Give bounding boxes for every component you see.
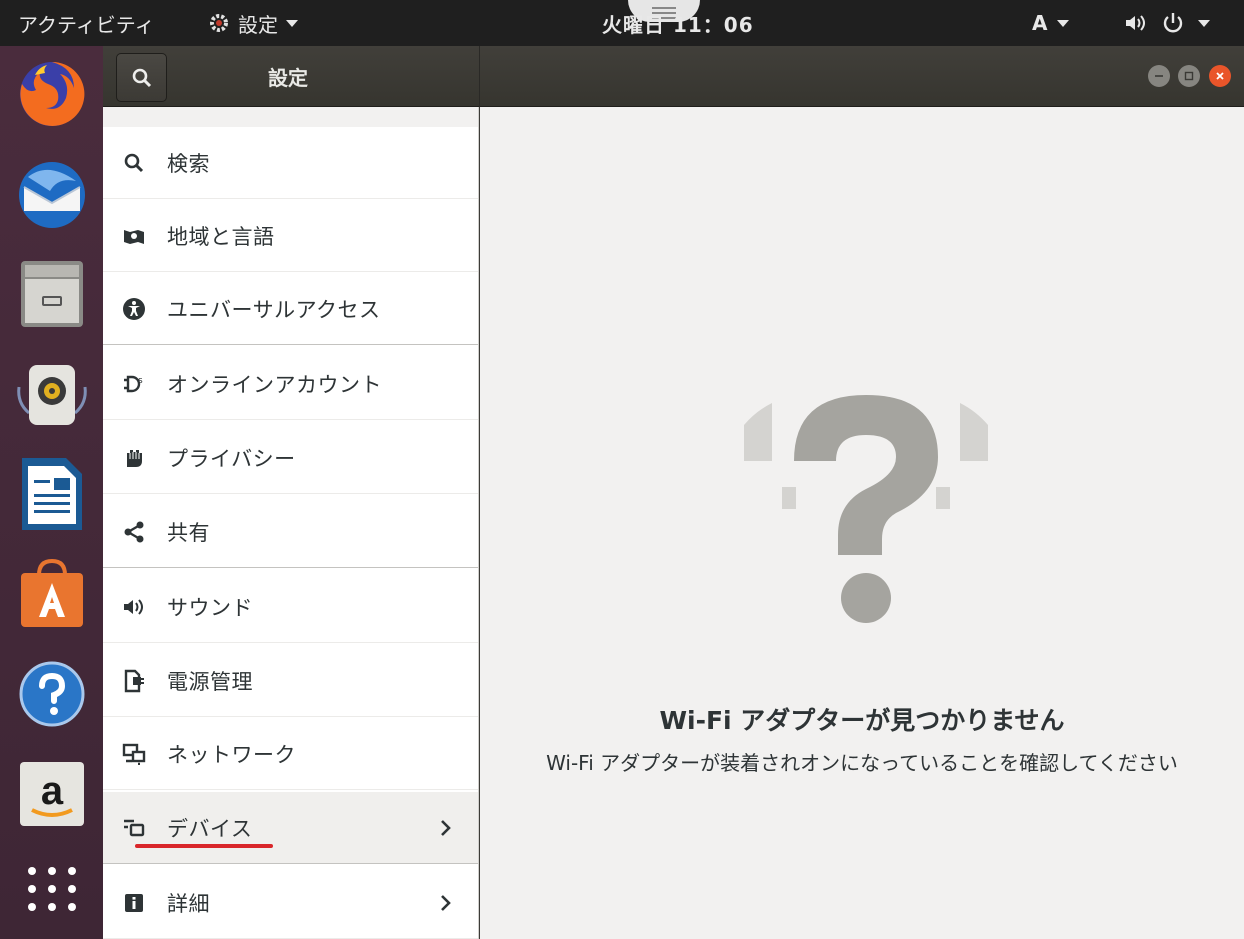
chevron-right-icon — [436, 816, 456, 840]
network-icon — [121, 741, 147, 767]
clock[interactable]: 火曜日 11：06 — [602, 0, 754, 46]
chevron-down-icon — [1198, 19, 1210, 27]
wifi-unknown-question-icon — [744, 395, 988, 623]
show-apps-icon[interactable] — [12, 849, 92, 929]
amazon-icon[interactable]: a — [12, 754, 92, 834]
maximize-button[interactable] — [1178, 65, 1200, 87]
sidebar-item-label: 共有 — [167, 520, 210, 545]
sidebar-item-sound[interactable]: サウンド — [103, 571, 478, 643]
sidebar-item-label: 詳細 — [167, 891, 210, 916]
info-icon — [121, 890, 147, 916]
minimize-button[interactable] — [1148, 65, 1170, 87]
universal-access-icon — [121, 296, 147, 322]
sidebar-item-power[interactable]: 電源管理 — [103, 645, 478, 717]
svg-text:a: a — [41, 769, 64, 813]
system-menu[interactable] — [1124, 0, 1210, 46]
search-button[interactable] — [116, 53, 167, 102]
share-icon — [121, 519, 147, 545]
region-icon — [121, 223, 147, 249]
files-icon[interactable] — [12, 254, 92, 334]
devices-icon — [121, 815, 147, 841]
sidebar-item-sharing[interactable]: 共有 — [103, 496, 478, 568]
sidebar-item-label: オンラインアカウント — [167, 372, 382, 397]
sidebar-item-label: ユニバーサルアクセス — [167, 297, 381, 322]
sidebar-item-privacy[interactable]: プライバシー — [103, 422, 478, 494]
sidebar-item-online-accounts[interactable]: s オンラインアカウント — [103, 348, 478, 420]
settings-sidebar: 検索 地域と言語 ユニバーサルアクセス s オンラインアカウント プライバシー … — [103, 107, 479, 939]
sidebar-item-region[interactable]: 地域と言語 — [103, 200, 478, 272]
sidebar-item-label: プライバシー — [167, 446, 296, 471]
main-panel: Wi-Fi アダプターが見つかりません Wi-Fi アダプターが装着されオンにな… — [480, 107, 1244, 939]
settings-gear-icon — [210, 14, 228, 32]
sidebar-item-universal-access[interactable]: ユニバーサルアクセス — [103, 273, 478, 345]
close-button[interactable] — [1209, 65, 1231, 87]
libreoffice-writer-icon[interactable] — [12, 454, 92, 534]
chevron-right-icon — [436, 891, 456, 915]
dock: a — [0, 46, 103, 939]
no-wifi-subtitle: Wi-Fi アダプターが装着されオンになっていることを確認してください — [546, 751, 1178, 775]
app-menu[interactable]: 設定 — [208, 0, 298, 46]
sidebar-item-label: サウンド — [167, 595, 253, 620]
top-bar: アクティビティ 設定 火曜日 11：06 A — [0, 0, 1244, 46]
online-accounts-icon: s — [121, 371, 147, 397]
maximize-icon — [1184, 71, 1194, 81]
close-icon — [1216, 72, 1224, 80]
privacy-hand-icon — [121, 445, 147, 471]
power-icon — [1163, 13, 1183, 33]
sidebar-item-search[interactable]: 検索 — [103, 127, 478, 199]
header-divider — [479, 46, 480, 107]
firefox-icon[interactable] — [12, 54, 92, 134]
power-plug-icon — [121, 668, 147, 694]
chevron-down-icon — [286, 19, 298, 27]
app-menu-label: 設定 — [238, 12, 278, 37]
svg-text:s: s — [138, 376, 143, 386]
input-method-menu[interactable]: A — [1032, 0, 1070, 46]
annotation-underline — [135, 844, 273, 848]
sidebar-item-network[interactable]: ネットワーク — [103, 718, 478, 790]
search-icon — [132, 68, 151, 87]
speaker-icon — [121, 594, 147, 620]
chevron-down-icon — [1057, 19, 1070, 27]
no-wifi-title: Wi-Fi アダプターが見つかりません — [659, 706, 1065, 735]
sidebar-item-label: 検索 — [167, 151, 210, 176]
sidebar-item-details[interactable]: 詳細 — [103, 867, 478, 939]
input-method-label: A — [1032, 11, 1048, 35]
sidebar-item-label: ネットワーク — [167, 742, 296, 767]
volume-icon — [1126, 15, 1145, 31]
sidebar-item-devices[interactable]: デバイス — [103, 792, 478, 864]
software-center-icon[interactable] — [12, 554, 92, 634]
header-title: 設定 — [268, 66, 308, 90]
minimize-icon — [1155, 75, 1163, 77]
search-icon — [121, 150, 147, 176]
thunderbird-icon[interactable] — [12, 154, 92, 234]
sidebar-item-label: デバイス — [167, 816, 253, 841]
rhythmbox-icon[interactable] — [12, 354, 92, 434]
header-bar: 設定 — [103, 46, 1244, 107]
sidebar-top-gap — [103, 107, 478, 127]
sidebar-item-label: 電源管理 — [167, 669, 253, 694]
activities-button[interactable]: アクティビティ — [18, 0, 155, 46]
help-icon[interactable] — [12, 654, 92, 734]
sidebar-item-label: 地域と言語 — [167, 224, 275, 249]
